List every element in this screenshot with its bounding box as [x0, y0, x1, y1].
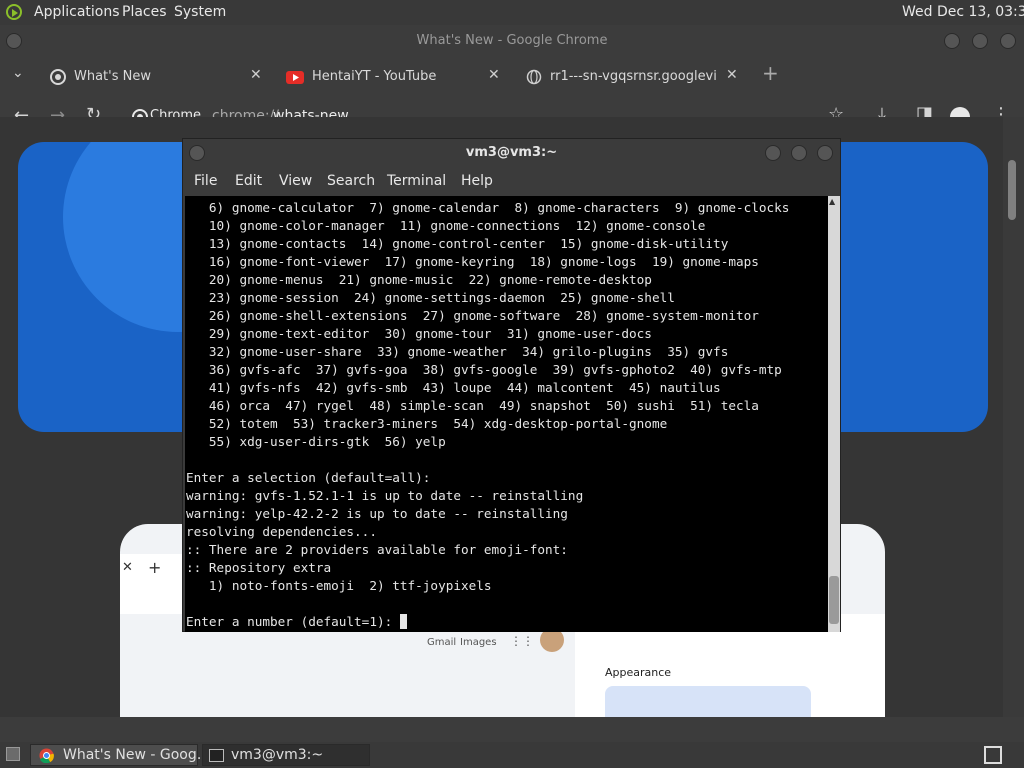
- distro-logo-icon[interactable]: [6, 4, 22, 20]
- terminal-line: 29) gnome-text-editor 30) gnome-tour 31)…: [186, 326, 652, 341]
- menu-edit[interactable]: Edit: [235, 173, 262, 189]
- terminal-line: 26) gnome-shell-extensions 27) gnome-sof…: [186, 308, 759, 323]
- terminal-lines: 6) gnome-calculator 7) gnome-calendar 8)…: [185, 196, 828, 613]
- show-desktop-icon[interactable]: [6, 747, 20, 761]
- terminal-line: 46) orca 47) rygel 48) simple-scan 49) s…: [186, 398, 759, 413]
- top-panel: Applications Places System Wed Dec 13, 0…: [0, 0, 1024, 25]
- tab-search-chevron-icon[interactable]: ⌄: [12, 65, 24, 81]
- menu-view[interactable]: View: [279, 173, 312, 189]
- terminal-line: 52) totem 53) tracker3-miners 54) xdg-de…: [186, 416, 668, 431]
- terminal-line: 1) noto-fonts-emoji 2) ttf-joypixels: [186, 578, 492, 593]
- theme-preview: [605, 686, 811, 717]
- terminal-prompt: Enter a number (default=1):: [186, 614, 400, 629]
- terminal-line: 10) gnome-color-manager 11) gnome-connec…: [186, 218, 706, 233]
- window-menu-button[interactable]: [6, 33, 22, 49]
- images-link: Images: [460, 637, 497, 648]
- taskbar-item-chrome[interactable]: What's New - Goog…: [30, 744, 211, 766]
- close-window-button[interactable]: [817, 145, 833, 161]
- terminal-line: :: There are 2 providers available for e…: [186, 542, 568, 557]
- tab-label: HentaiYT - YouTube: [312, 69, 437, 84]
- minimize-button[interactable]: [765, 145, 781, 161]
- text-cursor: [399, 614, 407, 629]
- terminal-line: warning: gvfs-1.52.1-1 is up to date -- …: [186, 488, 584, 503]
- terminal-line: 16) gnome-font-viewer 17) gnome-keyring …: [186, 254, 759, 269]
- window-title: What's New - Google Chrome: [416, 33, 608, 48]
- new-tab-plus-icon[interactable]: +: [762, 61, 779, 85]
- taskbar-item-terminal[interactable]: vm3@vm3:~: [202, 744, 370, 766]
- apps-grid-icon: ⋮⋮: [510, 634, 534, 648]
- terminal-icon: [209, 749, 224, 762]
- terminal-title: vm3@vm3:~: [465, 145, 558, 160]
- terminal-line: 6) gnome-calculator 7) gnome-calendar 8)…: [186, 200, 790, 215]
- menu-system[interactable]: System: [174, 4, 226, 20]
- terminal-line: 41) gvfs-nfs 42) gvfs-smb 43) loupe 44) …: [186, 380, 721, 395]
- appearance-label: Appearance: [605, 666, 672, 679]
- terminal-output[interactable]: 6) gnome-calculator 7) gnome-calendar 8)…: [185, 196, 828, 632]
- scroll-up-arrow-icon[interactable]: ▲: [829, 197, 835, 206]
- terminal-line: 13) gnome-contacts 14) gnome-control-cen…: [186, 236, 729, 251]
- close-icon: ✕: [122, 560, 133, 575]
- clock[interactable]: Wed Dec 13, 03:36: [902, 4, 1024, 20]
- close-icon[interactable]: ✕: [488, 67, 500, 83]
- minimize-button[interactable]: [944, 33, 960, 49]
- menu-search[interactable]: Search: [327, 173, 375, 189]
- maximize-button[interactable]: [972, 33, 988, 49]
- terminal-window: vm3@vm3:~ File Edit View Search Terminal…: [182, 138, 841, 632]
- terminal-line: :: Repository extra: [186, 560, 332, 575]
- taskbar-item-label: vm3@vm3:~: [231, 747, 324, 763]
- terminal-line: 32) gnome-user-share 33) gnome-weather 3…: [186, 344, 729, 359]
- terminal-menubar: File Edit View Search Terminal Help: [183, 169, 840, 195]
- menu-places[interactable]: Places: [122, 4, 167, 20]
- new-tab-plus-icon: +: [148, 558, 162, 577]
- tab-label: rr1---sn-vgqsrnsr.googlevide: [550, 69, 716, 84]
- tab-label: What's New: [74, 69, 151, 84]
- page-scrollbar-thumb[interactable]: [1008, 160, 1016, 220]
- maximize-button[interactable]: [791, 145, 807, 161]
- terminal-scrollbar-thumb[interactable]: [829, 576, 839, 624]
- tab-youtube[interactable]: HentaiYT - YouTube ✕: [278, 63, 508, 91]
- taskbar: What's New - Goog… vm3@vm3:~: [0, 742, 1024, 768]
- terminal-prompt-line[interactable]: Enter a number (default=1):: [185, 613, 828, 631]
- terminal-line: 55) xdg-user-dirs-gtk 56) yelp: [186, 434, 446, 449]
- youtube-icon: [286, 71, 304, 84]
- workspace-switcher[interactable]: [984, 746, 1002, 764]
- terminal-line: resolving dependencies...: [186, 524, 377, 539]
- chrome-icon: [39, 748, 54, 763]
- terminal-line: 36) gvfs-afc 37) gvfs-goa 38) gvfs-googl…: [186, 362, 782, 377]
- menu-help[interactable]: Help: [461, 173, 493, 189]
- terminal-line: 23) gnome-session 24) gnome-settings-dae…: [186, 290, 675, 305]
- terminal-line: warning: yelp-42.2-2 is up to date -- re…: [186, 506, 568, 521]
- tab-strip: ⌄ What's New ✕ HentaiYT - YouTube ✕ rr1-…: [0, 57, 1024, 93]
- close-window-button[interactable]: [1000, 33, 1016, 49]
- gmail-link: Gmail: [427, 637, 457, 648]
- close-icon[interactable]: ✕: [250, 67, 262, 83]
- terminal-scrollbar[interactable]: [828, 196, 840, 632]
- taskbar-item-label: What's New - Goog…: [63, 747, 211, 763]
- tab-googlevideo[interactable]: rr1---sn-vgqsrnsr.googlevide ✕: [516, 63, 746, 91]
- globe-icon: [526, 69, 542, 85]
- terminal-line: 20) gnome-menus 21) gnome-music 22) gnom…: [186, 272, 652, 287]
- menu-file[interactable]: File: [194, 173, 217, 189]
- close-icon[interactable]: ✕: [726, 67, 738, 83]
- tab-whats-new[interactable]: What's New ✕: [40, 63, 270, 91]
- menu-applications[interactable]: Applications: [34, 4, 120, 20]
- chrome-icon: [50, 69, 66, 85]
- terminal-line: Enter a selection (default=all):: [186, 470, 431, 485]
- menu-terminal[interactable]: Terminal: [387, 173, 446, 189]
